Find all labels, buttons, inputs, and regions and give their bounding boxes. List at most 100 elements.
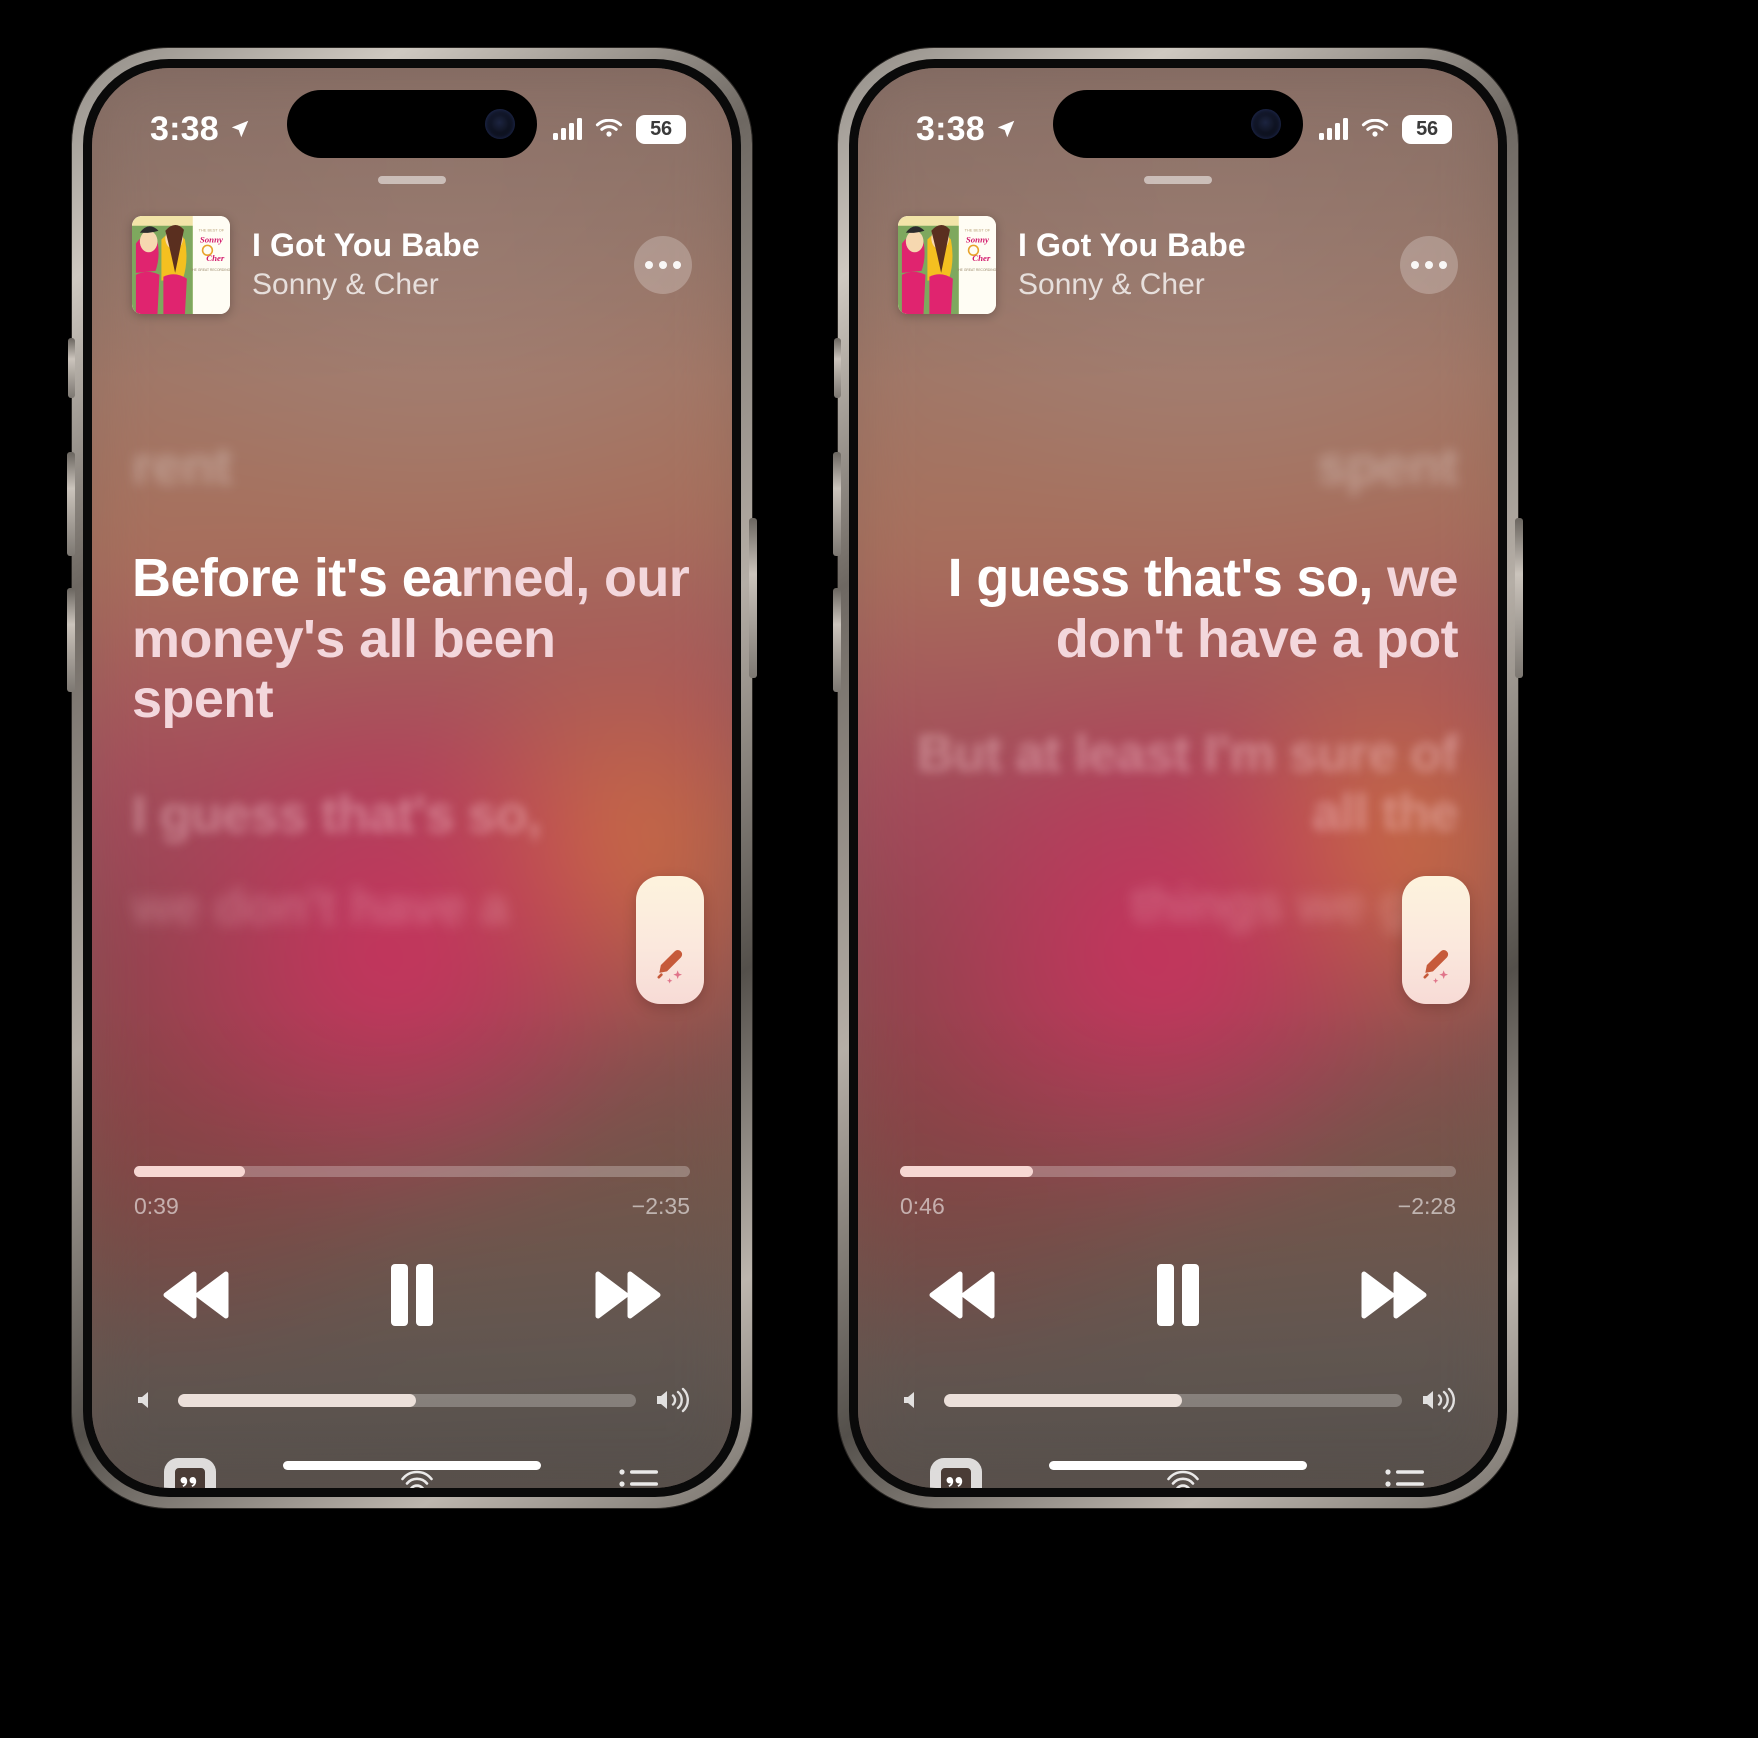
progress-fill xyxy=(900,1166,1034,1177)
side-power-button[interactable] xyxy=(749,518,757,678)
front-camera-icon xyxy=(1251,109,1281,139)
status-left: 3:38 xyxy=(916,110,1017,149)
lyrics-quote-icon xyxy=(941,1468,971,1488)
tab-lyrics[interactable] xyxy=(930,1458,982,1488)
status-time: 3:38 xyxy=(150,109,219,148)
iphone-right: 3:38 56 Sonny THE BEST OF Cher THE GREAT… xyxy=(833,48,1523,1508)
sing-button[interactable] xyxy=(636,876,704,1004)
microphone-sparkle-icon xyxy=(1423,950,1449,984)
battery-indicator: 56 xyxy=(1402,114,1452,144)
front-camera-icon xyxy=(485,109,515,139)
queue-list-icon xyxy=(619,1469,658,1487)
remaining-time: −2:35 xyxy=(631,1193,690,1219)
side-power-button[interactable] xyxy=(1515,518,1523,678)
tab-lyrics[interactable] xyxy=(164,1458,216,1488)
cellular-bars-icon xyxy=(1319,118,1348,140)
playback-progress-slider[interactable] xyxy=(134,1166,690,1177)
speaker-min-icon xyxy=(904,1392,914,1408)
lyric-line-previous[interactable]: spent xyxy=(898,436,1459,496)
volume-fill xyxy=(178,1393,417,1407)
rewind-icon xyxy=(929,1271,995,1319)
svg-text:THE BEST OF: THE BEST OF xyxy=(965,228,991,233)
playback-progress-slider[interactable] xyxy=(900,1166,1456,1177)
device-bezel: 3:38 56 Sonny THE BEST OF Cher THE GREAT… xyxy=(849,59,1507,1497)
track-title: I Got You Babe xyxy=(252,226,480,263)
lyric-line-next-2[interactable]: we don't have a xyxy=(132,878,692,936)
svg-text:Cher: Cher xyxy=(972,253,991,263)
sheet-grabber-handle[interactable] xyxy=(378,176,446,184)
lyric-sung-portion: Before it's ea xyxy=(132,548,461,609)
fast-forward-icon xyxy=(595,1271,661,1319)
home-indicator[interactable] xyxy=(283,1461,541,1470)
lyrics-panel[interactable]: spent I guess that's so, we don't have a… xyxy=(858,264,1498,1158)
elapsed-time: 0:39 xyxy=(134,1193,179,1219)
svg-text:Cher: Cher xyxy=(206,253,225,263)
svg-text:Sonny: Sonny xyxy=(966,234,989,244)
pause-icon xyxy=(391,1264,433,1326)
status-time: 3:38 xyxy=(916,109,985,148)
screenshot-stage: 3:38 56 Sonny THE BEST OF Cher THE GREAT… xyxy=(0,0,1758,1738)
svg-text:THE BEST OF: THE BEST OF xyxy=(199,228,225,233)
rewind-icon xyxy=(163,1271,229,1319)
lyric-sung-portion: I guess that's so, xyxy=(947,548,1374,609)
volume-up-button[interactable] xyxy=(833,452,841,556)
play-pause-button[interactable] xyxy=(386,1262,438,1328)
forward-button[interactable] xyxy=(592,1266,664,1324)
lyric-line-next-1[interactable]: But at least I'm sure of all the xyxy=(898,725,1459,841)
track-title: I Got You Babe xyxy=(1018,226,1246,263)
time-labels: 0:46 −2:28 xyxy=(900,1193,1456,1220)
silent-switch[interactable] xyxy=(68,338,75,398)
wifi-icon xyxy=(595,118,623,137)
fast-forward-icon xyxy=(1361,1271,1427,1319)
dynamic-island xyxy=(1053,90,1303,158)
volume-down-button[interactable] xyxy=(833,588,841,692)
rewind-button[interactable] xyxy=(160,1266,232,1324)
remaining-time: −2:28 xyxy=(1397,1193,1456,1219)
battery-indicator: 56 xyxy=(636,114,686,144)
dynamic-island xyxy=(287,90,537,158)
tab-queue[interactable] xyxy=(1384,1467,1426,1488)
volume-up-button[interactable] xyxy=(67,452,75,556)
elapsed-time: 0:46 xyxy=(900,1193,945,1219)
cellular-bars-icon xyxy=(553,118,582,140)
speaker-min-icon xyxy=(138,1392,148,1408)
volume-slider[interactable] xyxy=(178,1393,636,1407)
queue-list-icon xyxy=(1385,1469,1424,1487)
screen-right: 3:38 56 Sonny THE BEST OF Cher THE GREAT… xyxy=(858,68,1498,1488)
forward-button[interactable] xyxy=(1358,1266,1430,1324)
lyrics-panel[interactable]: rent Before it's earned, our money's all… xyxy=(92,264,732,1158)
location-arrow-icon xyxy=(997,120,1015,138)
pause-icon xyxy=(1157,1264,1199,1326)
lyric-line-next-2[interactable]: things we got xyxy=(898,876,1459,934)
status-right: 56 xyxy=(1319,114,1452,144)
speaker-max-icon xyxy=(657,1387,689,1413)
location-arrow-icon xyxy=(231,120,249,138)
iphone-left: 3:38 56 Sonny THE BEST OF Cher THE GREAT… xyxy=(67,48,757,1508)
progress-fill xyxy=(134,1166,246,1177)
playback-controls: 0:46 −2:28 xyxy=(858,1158,1498,1488)
transport-buttons xyxy=(900,1262,1456,1328)
rewind-button[interactable] xyxy=(926,1266,998,1324)
transport-buttons xyxy=(134,1262,690,1328)
lyric-line-active[interactable]: I guess that's so, we don't have a pot xyxy=(898,548,1459,669)
volume-fill xyxy=(944,1393,1183,1407)
screen-left: 3:38 56 Sonny THE BEST OF Cher THE GREAT… xyxy=(92,68,732,1488)
volume-down-button[interactable] xyxy=(67,588,75,692)
speaker-max-icon xyxy=(1423,1387,1455,1413)
status-right: 56 xyxy=(553,114,686,144)
silent-switch[interactable] xyxy=(834,338,841,398)
lyric-line-previous[interactable]: rent xyxy=(132,436,692,496)
playback-controls: 0:39 −2:35 xyxy=(92,1158,732,1488)
wifi-icon xyxy=(1361,118,1389,137)
sing-button[interactable] xyxy=(1402,876,1470,1004)
home-indicator[interactable] xyxy=(1049,1461,1307,1470)
volume-row xyxy=(134,1386,690,1414)
tab-queue[interactable] xyxy=(618,1467,660,1488)
play-pause-button[interactable] xyxy=(1152,1262,1204,1328)
lyric-line-active[interactable]: Before it's earned, our money's all been… xyxy=(132,548,692,729)
svg-text:Sonny: Sonny xyxy=(200,234,223,244)
device-bezel: 3:38 56 Sonny THE BEST OF Cher THE GREAT… xyxy=(83,59,741,1497)
lyric-line-next-1[interactable]: I guess that's so, xyxy=(132,786,692,844)
volume-slider[interactable] xyxy=(944,1393,1402,1407)
sheet-grabber-handle[interactable] xyxy=(1144,176,1212,184)
